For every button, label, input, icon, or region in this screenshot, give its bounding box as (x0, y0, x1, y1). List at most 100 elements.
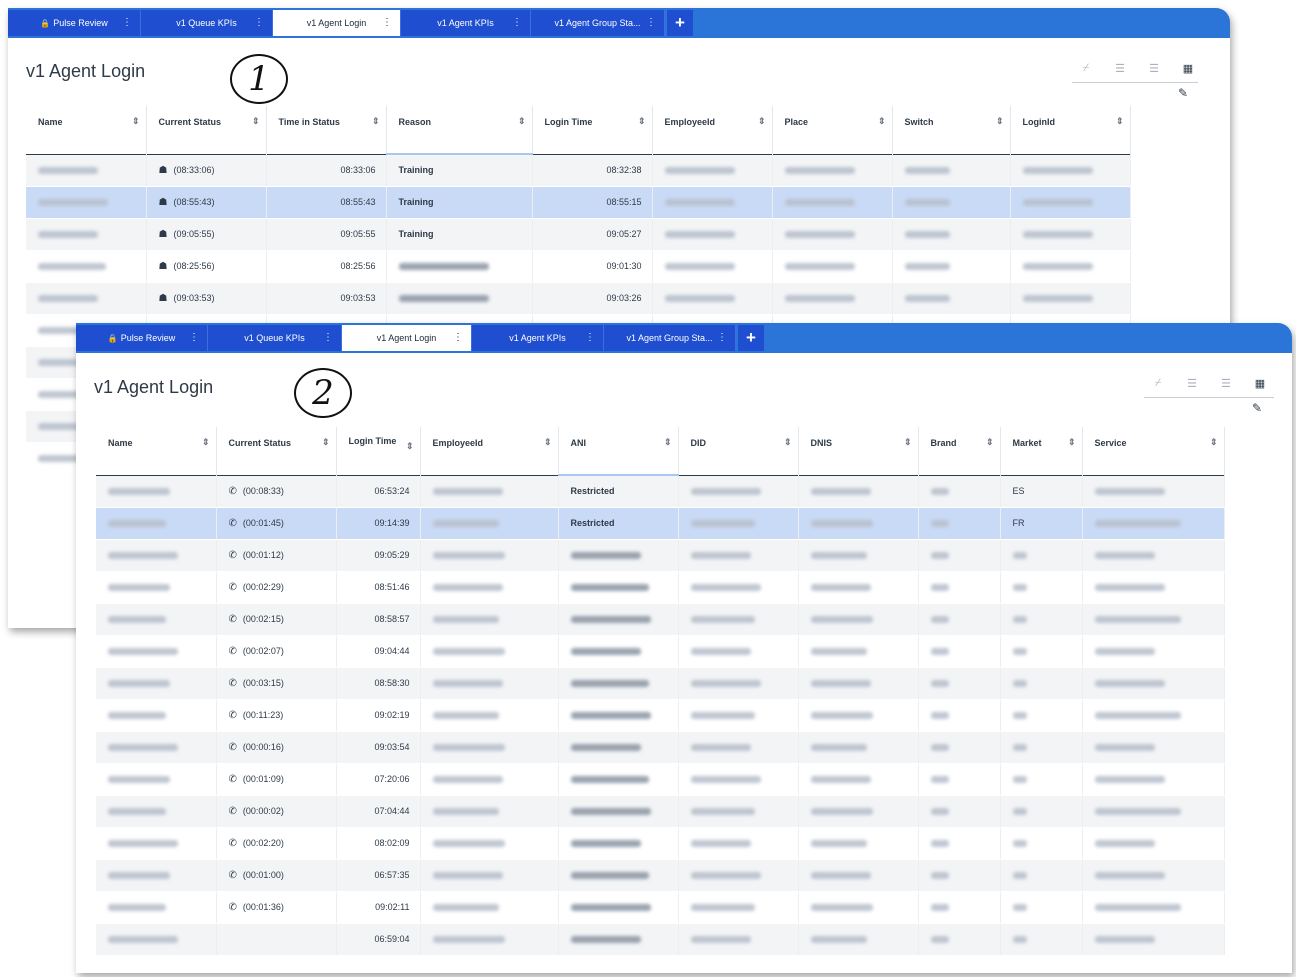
column-header-brand[interactable]: Brand ⇕ (918, 427, 1001, 475)
grid-view-icon[interactable]: ▦ (1178, 62, 1198, 78)
redacted-value (810, 904, 873, 912)
table-row[interactable]: ☗ (09:05:55) 09:05:55 Training 09:05:27 (26, 218, 1131, 251)
tab-menu-icon[interactable]: ⋮ (646, 17, 656, 28)
tab-agent-group-status[interactable]: v1 Agent Group Sta... ⋮ (531, 10, 665, 36)
tab-agent-kpis[interactable]: v1 Agent KPIs ⋮ (401, 10, 531, 36)
column-header-current-status[interactable]: Current Status ⇕ (146, 106, 267, 154)
table-row[interactable]: ✆ (00:11:23) 09:02:19 (96, 699, 1225, 732)
tab-menu-icon[interactable]: ⋮ (717, 332, 727, 343)
column-header-market[interactable]: Market ⇕ (1000, 427, 1083, 475)
table-row[interactable]: ✆ (00:02:15) 08:58:57 (96, 603, 1225, 636)
column-header-reason[interactable]: Reason ⇕ (386, 106, 533, 155)
tab-queue-kpis[interactable]: v1 Queue KPIs ⋮ (208, 325, 342, 351)
column-header-employee-id[interactable]: EmployeeId ⇕ (420, 427, 559, 475)
column-header-time-in-status[interactable]: Time in Status ⇕ (266, 106, 387, 154)
table-row[interactable]: ✆ (00:01:36) 09:02:11 (96, 891, 1225, 924)
redacted-value (570, 584, 649, 592)
bar-chart-icon[interactable]: ☰ (1110, 62, 1130, 78)
tab-menu-icon[interactable]: ⋮ (254, 17, 264, 28)
redacted-value (690, 648, 751, 656)
redacted-value (1012, 616, 1027, 624)
bar-chart-icon[interactable]: ☰ (1182, 377, 1202, 393)
column-header-name[interactable]: Name ⇕ (26, 106, 147, 154)
phone-icon: ✆ (228, 549, 237, 561)
agent-status-icon: ☗ (158, 292, 168, 304)
redacted-value (432, 648, 505, 656)
column-header-switch[interactable]: Switch ⇕ (892, 106, 1011, 154)
tab-menu-icon[interactable]: ⋮ (585, 332, 595, 343)
agent-status-icon: ☗ (158, 228, 168, 240)
column-header-ani[interactable]: ANI ⇕ (558, 427, 679, 476)
redacted-value (1094, 904, 1181, 912)
pencil-icon[interactable]: ✎ (1252, 401, 1262, 415)
redacted-value (432, 808, 499, 816)
table-row[interactable]: ✆ (00:00:16) 09:03:54 (96, 731, 1225, 764)
table-row[interactable]: ✆ (00:08:33) 06:53:24 Restricted ES (96, 475, 1225, 508)
table-row[interactable]: ☗ (08:25:56) 08:25:56 09:01:30 (26, 250, 1131, 283)
table-row[interactable]: ✆ (00:01:09) 07:20:06 (96, 763, 1225, 796)
tab-label: Pulse Review (120, 333, 176, 343)
table-row[interactable]: ✆ (00:02:29) 08:51:46 (96, 571, 1225, 604)
table-row[interactable]: ✆ (00:03:15) 08:58:30 (96, 667, 1225, 700)
table-row[interactable]: ✆ (00:00:02) 07:04:44 (96, 795, 1225, 828)
redacted-value (810, 872, 871, 880)
column-header-service[interactable]: Service ⇕ (1082, 427, 1225, 475)
add-tab-button[interactable]: + (667, 10, 693, 36)
redacted-value (570, 648, 641, 656)
tab-pulse-review[interactable]: 🔒 Pulse Review ⋮ (76, 325, 208, 351)
callout-marker-2: 2 (294, 368, 352, 418)
column-header-did[interactable]: DID ⇕ (678, 427, 799, 475)
tab-agent-login[interactable]: v1 Agent Login ⋮ (342, 325, 472, 351)
redacted-value (810, 712, 873, 720)
tab-menu-icon[interactable]: ⋮ (382, 17, 392, 28)
tab-menu-icon[interactable]: ⋮ (323, 332, 333, 343)
redacted-value (1012, 776, 1027, 784)
stacked-bar-icon[interactable]: ☰ (1144, 62, 1164, 78)
column-header-current-status[interactable]: Current Status ⇕ (216, 427, 337, 475)
sort-icon: ⇕ (543, 437, 552, 447)
table-row-selected[interactable]: ☗ (08:55:43) 08:55:43 Training 08:55:15 (26, 186, 1131, 219)
add-tab-button[interactable]: + (738, 325, 764, 351)
redacted-value (930, 552, 949, 560)
stacked-bar-icon[interactable]: ☰ (1216, 377, 1236, 393)
redacted-value (1094, 680, 1165, 688)
table-row[interactable]: ☗ (09:03:53) 09:03:53 09:03:26 (26, 282, 1131, 315)
redacted-value (1094, 776, 1165, 784)
tab-menu-icon[interactable]: ⋮ (512, 17, 522, 28)
column-header-employee-id[interactable]: EmployeeId ⇕ (652, 106, 773, 154)
column-header-login-time[interactable]: Login Time ⇕ (532, 106, 653, 154)
table-row[interactable]: ✆ (00:01:12) 09:05:29 (96, 539, 1225, 572)
redacted-value (108, 936, 178, 944)
table-row[interactable]: ☗ (08:33:06) 08:33:06 Training 08:32:38 (26, 154, 1131, 187)
tab-menu-icon[interactable]: ⋮ (122, 17, 132, 28)
redacted-value (432, 520, 499, 528)
tab-agent-login[interactable]: v1 Agent Login ⋮ (273, 10, 401, 36)
column-header-place[interactable]: Place ⇕ (772, 106, 893, 154)
table-row-selected[interactable]: ✆ (00:01:45) 09:14:39 Restricted FR (96, 507, 1225, 540)
tab-agent-group-status[interactable]: v1 Agent Group Sta... ⋮ (604, 325, 736, 351)
tab-menu-icon[interactable]: ⋮ (189, 332, 199, 343)
redacted-value (930, 648, 949, 656)
column-header-name[interactable]: Name ⇕ (96, 427, 217, 475)
tab-pulse-review[interactable]: 🔒 Pulse Review ⋮ (8, 10, 141, 36)
tab-menu-icon[interactable]: ⋮ (453, 332, 463, 343)
table-row[interactable]: ✆ (00:01:00) 06:57:35 (96, 859, 1225, 892)
column-header-login-id[interactable]: LoginId ⇕ (1010, 106, 1131, 154)
table-row[interactable]: ✆ (00:02:20) 08:02:09 (96, 827, 1225, 860)
pencil-icon[interactable]: ✎ (1178, 86, 1188, 100)
line-chart-icon[interactable]: ⌿ (1148, 377, 1168, 393)
redacted-value (1012, 904, 1027, 912)
column-header-login-time[interactable]: Login Time ⇕ (336, 427, 421, 475)
column-header-dnis[interactable]: DNIS ⇕ (798, 427, 919, 475)
table-row[interactable]: 06:59:04 (96, 923, 1225, 956)
redacted-value (108, 488, 170, 496)
redacted-value (1094, 712, 1181, 720)
line-chart-icon[interactable]: ⌿ (1076, 62, 1096, 78)
grid-view-icon[interactable]: ▦ (1250, 377, 1270, 393)
view-toolbar: ⌿ ☰ ☰ ▦ (1148, 377, 1270, 393)
tab-agent-kpis[interactable]: v1 Agent KPIs ⋮ (472, 325, 604, 351)
tab-label: v1 Agent KPIs (437, 18, 494, 28)
tab-queue-kpis[interactable]: v1 Queue KPIs ⋮ (141, 10, 273, 36)
sort-icon: ⇕ (663, 437, 672, 447)
table-row[interactable]: ✆ (00:02:07) 09:04:44 (96, 635, 1225, 668)
